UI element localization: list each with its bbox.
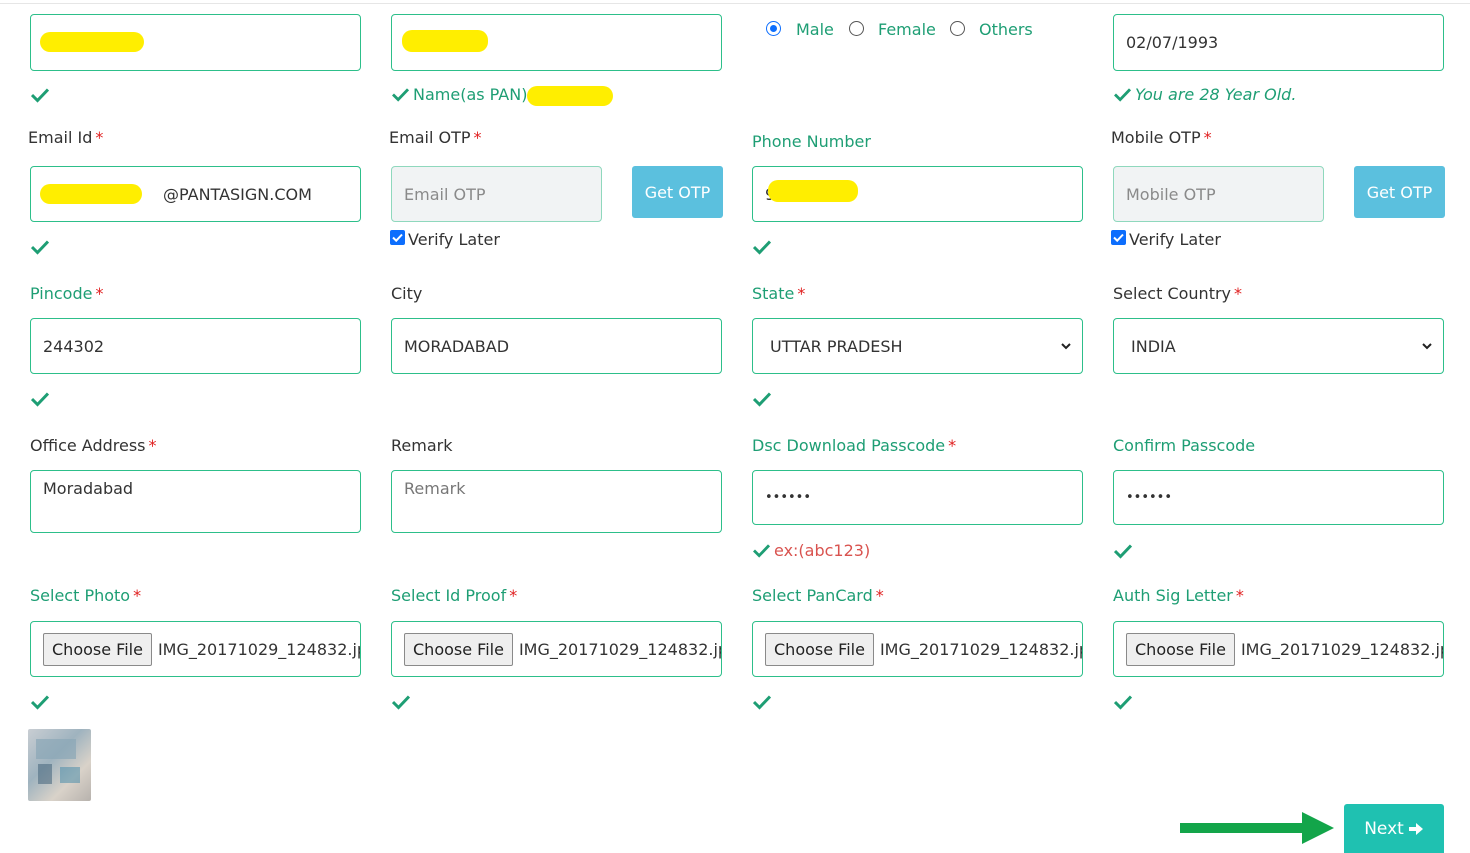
country-label: Select Country * [1113,284,1243,303]
city-label: City [391,284,423,303]
auth-sig-choose-file-button[interactable]: Choose File [1126,632,1235,666]
mobile-verify-later-checkbox[interactable] [1111,230,1126,245]
dob-input[interactable]: 02/07/1993 [1113,14,1444,71]
id-proof-choose-file-button[interactable]: Choose File [404,632,513,666]
pancard-file-input[interactable]: Choose File IMG_20171029_124832.jpg [752,621,1083,677]
valid-check-icon [1114,694,1132,710]
mobile-otp-input[interactable]: Mobile OTP [1113,166,1324,222]
city-input[interactable]: MORADABAD [391,318,722,374]
email-otp-label: Email OTP * [389,128,482,147]
confirm-passcode-value: •••••• [1126,490,1173,505]
next-button-label: Next [1364,818,1404,839]
valid-check-icon [31,391,49,407]
photo-file-input[interactable]: Choose File IMG_20171029_124832.jpg [30,621,361,677]
country-select[interactable]: INDIA [1113,318,1444,374]
phone-label: Phone Number [752,132,871,151]
gender-others-radio[interactable] [950,21,965,36]
redaction-mark [402,30,488,52]
pancard-label: Select PanCard * [752,586,884,605]
email-verify-later-checkbox[interactable] [390,230,405,245]
city-value: MORADABAD [404,336,510,356]
id-proof-file-name: IMG_20171029_124832.jpg [518,639,722,659]
name-as-pan-hint: Name(as PAN) : [392,85,538,104]
gender-male-radio[interactable] [766,21,781,36]
auth-sig-file-input[interactable]: Choose File IMG_20171029_124832.jpg [1113,621,1444,677]
age-hint: You are 28 Year Old. [1114,85,1296,104]
state-label: State * [752,284,806,303]
chevron-down-icon [1061,343,1071,350]
passcode-value: •••••• [765,490,812,505]
valid-check-icon [31,239,49,255]
photo-file-name: IMG_20171029_124832.jpg [157,639,361,659]
redaction-mark [40,184,142,204]
email-value: @PANTASIGN.COM [163,184,312,204]
office-address-label: Office Address * [30,436,157,455]
id-proof-file-input[interactable]: Choose File IMG_20171029_124832.jpg [391,621,722,677]
gender-others-label: Others [979,20,1033,39]
email-get-otp-button[interactable]: Get OTP [632,166,723,218]
valid-check-icon [392,88,409,102]
confirm-passcode-label: Confirm Passcode [1113,436,1256,455]
age-text: You are 28 Year Old. [1135,85,1297,104]
mobile-verify-later-label: Verify Later [1129,230,1221,249]
valid-check-icon [753,694,771,710]
passcode-hint: ex:(abc123) [753,541,870,560]
name-as-pan-text: Name(as PAN) : [413,85,538,104]
auth-sig-file-name: IMG_20171029_124832.jpg [1240,639,1444,659]
remark-placeholder: Remark [404,479,466,498]
valid-check-icon [31,87,49,103]
state-select[interactable]: UTTAR PRADESH [752,318,1083,374]
email-label: Email Id * [28,128,104,147]
photo-preview-thumbnail [28,729,91,801]
valid-check-icon [31,694,49,710]
pancard-file-name: IMG_20171029_124832.jpg [879,639,1083,659]
arrow-right-icon [1408,822,1423,835]
email-otp-placeholder: Email OTP [404,184,486,204]
gender-female-label: Female [878,20,936,39]
office-address-textarea[interactable]: Moradabad [30,470,361,533]
mobile-otp-label: Mobile OTP * [1111,128,1212,147]
confirm-passcode-input[interactable]: •••••• [1113,470,1444,525]
remark-textarea[interactable]: Remark [391,470,722,533]
gender-female-radio[interactable] [849,21,864,36]
arrow-right-annotation-icon [1180,812,1334,844]
valid-check-icon [1114,88,1131,102]
email-otp-input[interactable]: Email OTP [391,166,602,222]
pincode-input[interactable]: 244302 [30,318,361,374]
id-proof-label: Select Id Proof * [391,586,518,605]
top-divider [0,3,1470,4]
photo-label: Select Photo * [30,586,142,605]
gender-male-label: Male [796,20,834,39]
valid-check-icon [753,544,770,558]
photo-choose-file-button[interactable]: Choose File [43,632,152,666]
valid-check-icon [392,694,410,710]
pincode-value: 244302 [43,336,105,356]
pancard-choose-file-button[interactable]: Choose File [765,632,874,666]
valid-check-icon [1114,543,1132,559]
valid-check-icon [753,239,771,255]
redaction-mark [768,180,858,202]
mobile-get-otp-button[interactable]: Get OTP [1354,166,1445,218]
passcode-example-text: ex:(abc123) [774,541,871,560]
country-value: INDIA [1131,336,1176,356]
passcode-input[interactable]: •••••• [752,470,1083,525]
auth-sig-label: Auth Sig Letter * [1113,586,1244,605]
next-button[interactable]: Next [1344,804,1444,853]
valid-check-icon [753,391,771,407]
redaction-mark [40,32,144,52]
remark-label: Remark [391,436,453,455]
office-address-value: Moradabad [43,479,134,498]
email-verify-later-label: Verify Later [408,230,500,249]
chevron-down-icon [1422,343,1432,350]
passcode-label: Dsc Download Passcode * [752,436,957,455]
redaction-mark [527,86,613,106]
mobile-otp-placeholder: Mobile OTP [1126,184,1216,204]
state-value: UTTAR PRADESH [770,336,903,356]
pincode-label: Pincode * [30,284,104,303]
dob-value: 02/07/1993 [1126,33,1219,52]
